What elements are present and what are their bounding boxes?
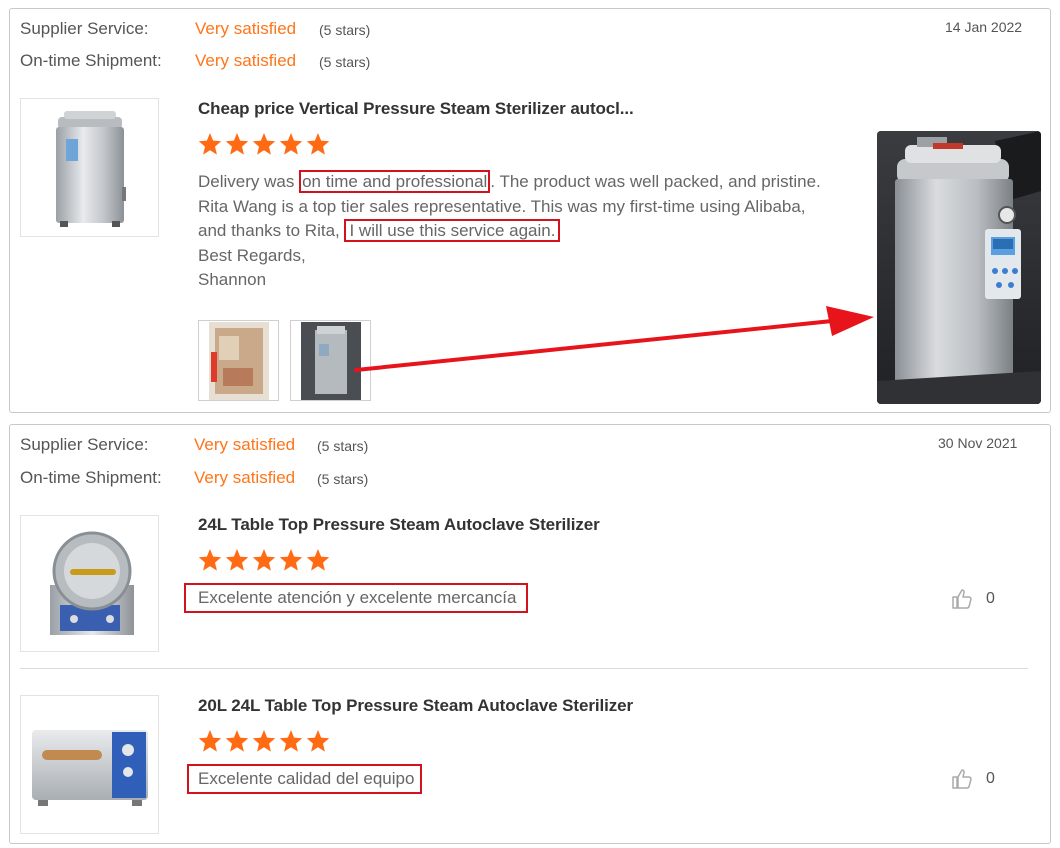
enlarged-review-photo[interactable] bbox=[877, 131, 1041, 404]
like-count: 0 bbox=[986, 770, 995, 787]
star-icon bbox=[279, 549, 303, 571]
review-date: 14 Jan 2022 bbox=[945, 19, 1023, 35]
review-text-part: and thanks to Rita, bbox=[198, 221, 345, 240]
photo-thumbnail-1 bbox=[208, 321, 269, 400]
star-icon bbox=[225, 730, 249, 752]
star-icon bbox=[252, 133, 276, 155]
supplier-service-stars: (5 stars) bbox=[317, 438, 369, 454]
table-top-autoclave-image bbox=[49, 531, 134, 635]
like-button[interactable]: 0 bbox=[950, 587, 995, 611]
review-line: Delivery was on time and professional. T… bbox=[198, 170, 888, 195]
star-icon bbox=[198, 549, 222, 571]
star-icon bbox=[252, 730, 276, 752]
highlight-box: on time and professional bbox=[299, 170, 491, 193]
like-button[interactable]: 0 bbox=[950, 767, 995, 791]
review-text-part: Delivery was bbox=[198, 172, 300, 191]
shipment-rating: Very satisfied bbox=[195, 51, 297, 70]
thumbs-up-icon bbox=[952, 589, 972, 609]
shipment-stars: (5 stars) bbox=[319, 54, 371, 70]
supplier-service-stars: (5 stars) bbox=[319, 22, 371, 38]
star-rating bbox=[198, 132, 330, 156]
review-line: Best Regards, bbox=[198, 245, 306, 265]
product-title[interactable]: Cheap price Vertical Pressure Steam Ster… bbox=[198, 99, 634, 119]
shipment-label: On-time Shipment: bbox=[20, 51, 162, 70]
item-divider bbox=[20, 668, 1028, 669]
star-icon bbox=[198, 133, 222, 155]
product-image[interactable] bbox=[20, 695, 159, 834]
product-image[interactable] bbox=[20, 515, 159, 652]
like-count: 0 bbox=[986, 590, 995, 607]
star-icon bbox=[225, 549, 249, 571]
supplier-service-rating: Very satisfied bbox=[194, 435, 296, 454]
arrow-right-icon bbox=[354, 306, 874, 372]
product-image[interactable] bbox=[20, 98, 159, 237]
supplier-service-label: Supplier Service: bbox=[20, 19, 149, 38]
star-rating bbox=[198, 729, 330, 753]
product-title[interactable]: 24L Table Top Pressure Steam Autoclave S… bbox=[198, 515, 600, 535]
supplier-service-label: Supplier Service: bbox=[20, 435, 149, 454]
product-title[interactable]: 20L 24L Table Top Pressure Steam Autocla… bbox=[198, 696, 633, 716]
review-date: 30 Nov 2021 bbox=[938, 435, 1018, 451]
shipment-rating: Very satisfied bbox=[194, 468, 296, 487]
review-card: Supplier Service: Very satisfied (5 star… bbox=[9, 424, 1051, 844]
review-line: and thanks to Rita, I will use this serv… bbox=[198, 219, 888, 244]
review-text: Delivery was on time and professional. T… bbox=[198, 170, 888, 293]
star-icon bbox=[306, 730, 330, 752]
star-icon bbox=[225, 133, 249, 155]
star-icon bbox=[252, 549, 276, 571]
review-line: Shannon bbox=[198, 270, 267, 289]
review-line: Rita Wang is a top tier sales representa… bbox=[198, 196, 806, 216]
table-top-autoclave-image bbox=[31, 729, 148, 806]
review-text-part: . The product was well packed, and prist… bbox=[490, 172, 821, 191]
vertical-sterilizer-image bbox=[55, 110, 126, 227]
star-icon bbox=[279, 730, 303, 752]
star-rating bbox=[198, 548, 330, 572]
highlight-box: I will use this service again. bbox=[344, 219, 561, 242]
shipment-label: On-time Shipment: bbox=[20, 468, 162, 487]
star-icon bbox=[306, 549, 330, 571]
review-photo-thumbnail[interactable] bbox=[198, 320, 279, 401]
star-icon bbox=[198, 730, 222, 752]
star-icon bbox=[279, 133, 303, 155]
supplier-service-rating: Very satisfied bbox=[195, 19, 297, 38]
vertical-sterilizer-photo bbox=[877, 131, 1041, 404]
thumbs-up-icon bbox=[952, 769, 972, 789]
review-text: Excelente atención y excelente mercancía bbox=[184, 583, 529, 613]
shipment-stars: (5 stars) bbox=[317, 471, 369, 487]
star-icon bbox=[306, 133, 330, 155]
review-text: Excelente calidad del equipo bbox=[187, 764, 423, 794]
